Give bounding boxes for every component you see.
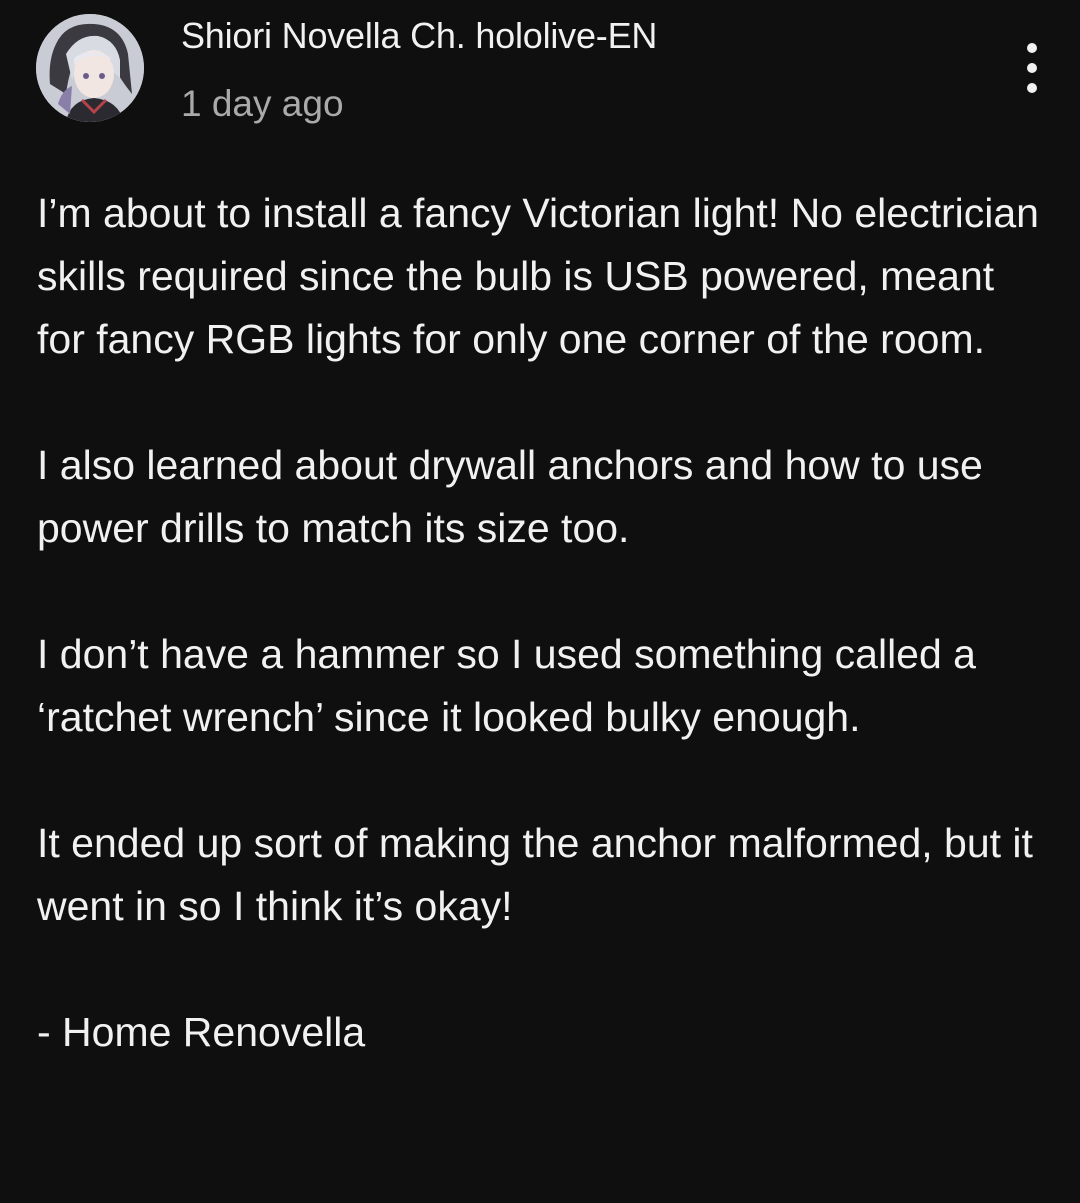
community-post: Shiori Novella Ch. hololive-EN 1 day ago… (0, 0, 1080, 1203)
menu-dot (1027, 63, 1037, 73)
post-paragraph: I don’t have a hammer so I used somethin… (37, 631, 976, 740)
post-signature: - Home Renovella (37, 1009, 366, 1055)
post-paragraph: I’m about to install a fancy Victorian l… (37, 190, 1039, 362)
menu-dot (1027, 43, 1037, 53)
post-body: I’m about to install a fancy Victorian l… (37, 182, 1047, 1064)
post-paragraph: I also learned about drywall anchors and… (37, 442, 983, 551)
channel-name[interactable]: Shiori Novella Ch. hololive-EN (181, 14, 657, 58)
avatar-image (36, 14, 144, 122)
post-timestamp: 1 day ago (181, 83, 344, 124)
channel-avatar[interactable] (36, 14, 144, 122)
more-vertical-icon[interactable] (1010, 38, 1054, 98)
post-paragraph: It ended up sort of making the anchor ma… (37, 820, 1033, 929)
menu-dot (1027, 83, 1037, 93)
